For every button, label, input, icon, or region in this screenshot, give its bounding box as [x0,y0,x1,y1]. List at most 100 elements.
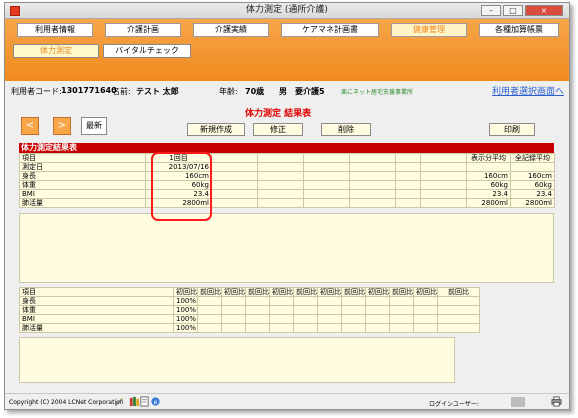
row-all-avg [510,162,555,172]
user-sex: 男 [279,87,287,96]
latest-button[interactable]: 最新 [81,117,107,135]
nav-additional-forms[interactable]: 各種加算帳票 [479,23,559,37]
user-name-label: 名前: [112,87,131,96]
row-avg: 23.4 [466,189,511,199]
user-info-row: 利用者コード: 1301771640 名前: テスト 太郎 年齢: 70歳 男 … [5,83,569,99]
maximize-button[interactable]: □ [503,5,523,16]
comparison-col-prev-ratio: 前回比 [389,287,414,297]
results-panel-header: 体力測定結果表 [19,143,554,153]
comparison-col-prev-ratio: 前回比 [341,287,366,297]
svg-text:e: e [154,399,158,406]
table-row: 肺活量 100% [19,323,480,333]
comparison-col-first-ratio: 初回比 [365,287,390,297]
nav-care-record[interactable]: 介護実績 [193,23,269,37]
row-item: 身長 [19,296,174,306]
delete-button[interactable]: 削除 [321,123,371,136]
table-row: 肺活量 2800ml 2800ml 2800ml [19,198,555,208]
table-row: BMI 100% [19,314,480,324]
nav-health-management[interactable]: 健康管理 [391,23,467,37]
comparison-col-first-ratio: 初回比 [413,287,438,297]
table-row: 体重 60kg 60kg 60kg [19,180,555,190]
pen-icon[interactable] [113,396,124,407]
row-all-avg: 160cm [510,171,555,181]
office-name: 楽にネット居宅支援事業所 [341,89,414,96]
row-avg [466,162,511,172]
next-button[interactable]: > [53,117,71,135]
user-care-level: 要介護5 [295,87,325,96]
print-button[interactable]: 印刷 [489,123,535,136]
row-ratio: 100% [173,323,198,333]
user-select-link[interactable]: 利用者選択画面へ [492,84,564,97]
row-all-avg: 60kg [510,180,555,190]
row-item: 測定日 [19,162,146,172]
tab-vital-check[interactable]: バイタルチェック [103,44,191,58]
row-item: BMI [19,189,146,199]
navigation-bar: 利用者情報 介護計画 介護実績 ケアマネ計画書 健康管理 各種加算帳票 体力測定… [5,19,569,81]
comparison-col-first-ratio: 初回比 [317,287,342,297]
row-all-avg: 2800ml [510,198,555,208]
row-avg: 2800ml [466,198,511,208]
comparison-col-prev-ratio: 前回比 [245,287,270,297]
row-item: BMI [19,314,174,324]
user-age: 70歳 [245,87,265,96]
ie-icon[interactable]: e [150,396,161,407]
comparison-col-first-ratio: 初回比 [221,287,246,297]
comparison-col-first-ratio: 初回比 [269,287,294,297]
user-code-label: 利用者コード: [11,87,62,96]
comparison-col-prev-ratio: 前回比 [437,287,480,297]
tab-fitness-test[interactable]: 体力測定 [13,44,99,58]
row-ratio: 100% [173,305,198,315]
comparison-col-prev-ratio: 前回比 [197,287,222,297]
comparison-table: 項目 初回比 前回比 初回比 前回比 初回比 前回比 初回比 前回比 初回比 前… [19,287,480,333]
row-ratio: 100% [173,296,198,306]
nav-care-plan[interactable]: 介護計画 [105,23,181,37]
document-icon[interactable] [139,396,150,407]
results-table: 項目 1回目 表示分平均 全記録平均 測定日 2013/07/16 身長 160… [19,153,555,208]
comparison-col-prev-ratio: 前回比 [293,287,318,297]
results-header-row: 項目 1回目 表示分平均 全記録平均 [19,153,555,163]
table-row: 身長 100% [19,296,480,306]
login-user-label: ログインユーザー: [429,401,479,408]
comparison-empty-area [19,337,455,383]
comparison-col-item: 項目 [19,287,174,297]
nav-user-info[interactable]: 利用者情報 [17,23,93,37]
new-button[interactable]: 新規作成 [187,123,245,136]
row-item: 体重 [19,180,146,190]
window-title: 体力測定 (通所介護) [246,5,328,15]
results-col-avg: 表示分平均 [466,153,511,163]
table-row: BMI 23.4 23.4 23.4 [19,189,555,199]
close-button[interactable]: × [525,5,563,16]
highlight-annotation [151,152,212,221]
table-row: 身長 160cm 160cm 160cm [19,171,555,181]
previous-button[interactable]: < [21,117,39,135]
minimize-button[interactable]: – [481,5,501,16]
row-ratio: 100% [173,314,198,324]
login-user-value [511,397,525,407]
row-avg: 160cm [466,171,511,181]
title-bar: 体力測定 (通所介護) – □ × [5,3,569,19]
comparison-col-first-ratio: 初回比 [173,287,198,297]
user-name: テスト 太郎 [136,87,179,96]
user-age-label: 年齢: [219,87,238,96]
row-avg: 60kg [466,180,511,190]
results-col-all-avg: 全記録平均 [510,153,555,163]
printer-icon[interactable] [551,396,562,407]
status-bar: Copyright (C) 2004 LCNet Corporation e ロ… [5,393,569,409]
copyright-text: Copyright (C) 2004 LCNet Corporation [9,399,124,406]
comparison-header-row: 項目 初回比 前回比 初回比 前回比 初回比 前回比 初回比 前回比 初回比 前… [19,287,480,297]
row-item: 体重 [19,305,174,315]
nav-caremanager-plan[interactable]: ケアマネ計画書 [281,23,379,37]
results-empty-area [19,213,554,283]
table-row: 測定日 2013/07/16 [19,162,555,172]
table-row: 体重 100% [19,305,480,315]
user-code: 1301771640 [61,86,117,95]
row-item: 肺活量 [19,198,146,208]
app-icon [10,6,20,16]
edit-button[interactable]: 修正 [253,123,303,136]
page-title: 体力測定 結果表 [245,109,312,119]
row-item: 肺活量 [19,323,174,333]
results-col-item: 項目 [19,153,146,163]
row-item: 身長 [19,171,146,181]
app-window: 体力測定 (通所介護) – □ × 利用者情報 介護計画 介護実績 ケアマネ計画… [4,2,570,410]
row-all-avg: 23.4 [510,189,555,199]
